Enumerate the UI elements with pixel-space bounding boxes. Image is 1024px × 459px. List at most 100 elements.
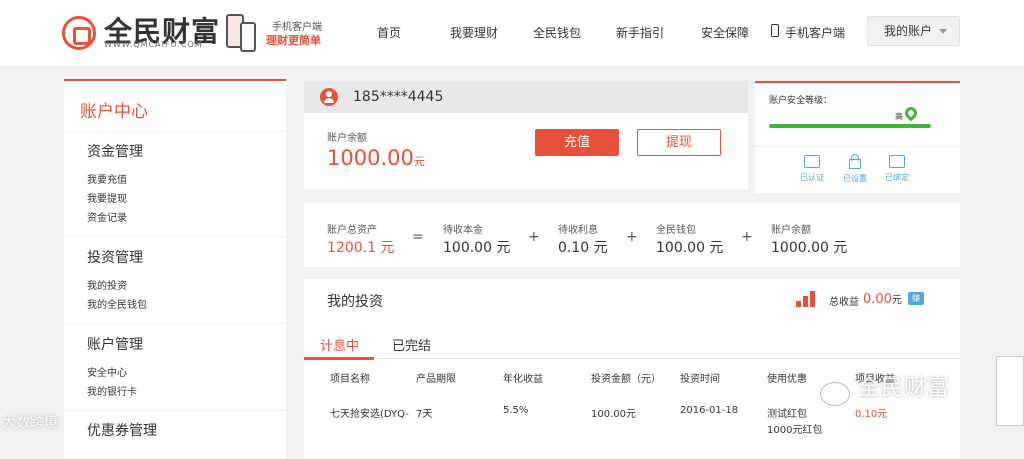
interest-label: 待收利息 <box>558 225 598 236</box>
tab-accruing[interactable]: 计息中 <box>320 335 359 354</box>
lock-icon <box>849 154 861 169</box>
account-header: 185****4445 <box>304 81 748 113</box>
balance-label: 账户余额 <box>327 133 367 144</box>
col-coupon: 使用优惠 <box>767 374 807 385</box>
sidebar-section-coupons[interactable]: 优惠券管理 <box>87 420 157 440</box>
investments-title: 我的投资 <box>327 294 383 310</box>
wallet-value: 100.00 元 <box>656 240 724 256</box>
principal-value: 100.00 元 <box>443 240 511 256</box>
verified-status[interactable]: 已认证 <box>795 155 829 183</box>
col-amount: 投资金额（元） <box>591 374 661 385</box>
bankcard-label: 已绑定 <box>885 173 909 182</box>
verified-label: 已认证 <box>800 173 824 182</box>
app-promo-line1[interactable]: 手机客户端 <box>272 18 322 33</box>
wallet-label: 全民钱包 <box>656 225 696 236</box>
account-phone: 185****4445 <box>353 89 444 105</box>
row-coupon: 测试红包 <box>767 409 807 420</box>
nav-security[interactable]: 安全保障 <box>701 24 749 41</box>
interest-value: 0.10 元 <box>558 240 608 256</box>
col-name: 项目名称 <box>330 374 370 385</box>
security-level-value: 高 <box>895 112 903 121</box>
total-assets-value: 1200.1 元 <box>327 240 395 256</box>
phone-icon <box>771 24 779 37</box>
corner-watermark: 大数跨境 <box>2 415 58 431</box>
security-level-label: 账户安全等级： <box>769 96 833 106</box>
plus-sign: + <box>528 229 540 245</box>
divider <box>64 323 286 324</box>
brand-logo-icon[interactable] <box>62 16 96 50</box>
tabs-underline <box>304 358 960 359</box>
mobile-app-icon[interactable] <box>224 14 260 52</box>
divider <box>64 236 286 237</box>
balance-summary-label: 账户余额 <box>771 225 811 236</box>
wechat-icon <box>820 382 850 406</box>
chevron-down-icon <box>939 29 947 34</box>
password-status[interactable]: 已设置 <box>838 154 872 184</box>
sidebar-item-withdraw[interactable]: 我要提现 <box>87 190 127 205</box>
password-label: 已设置 <box>843 174 867 183</box>
row-term: 7天 <box>416 409 433 420</box>
watermark: 全民财富 <box>858 376 951 401</box>
my-account-label: 我的账户 <box>884 24 933 38</box>
nav-mobile[interactable]: 手机客户端 <box>785 24 845 41</box>
my-account-dropdown[interactable]: 我的账户 <box>867 16 960 46</box>
account-balance-card: 185****4445 账户余额 1000.00元 充值 提现 <box>304 81 748 189</box>
sidebar-item-bank-cards[interactable]: 我的银行卡 <box>87 383 137 398</box>
earn-badge[interactable]: 赚 <box>908 292 924 305</box>
col-term: 产品期限 <box>416 374 456 385</box>
recharge-button[interactable]: 充值 <box>535 129 619 156</box>
asset-summary: 账户总资产 1200.1 元 = 待收本金 100.00 元 + 待收利息 0.… <box>304 203 960 267</box>
balance-summary-value: 1000.00 元 <box>771 240 848 256</box>
app-promo-line2[interactable]: 理财更简单 <box>266 32 321 48</box>
nav-guide[interactable]: 新手指引 <box>616 24 664 41</box>
nav-wallet[interactable]: 全民钱包 <box>533 24 581 41</box>
equals-sign: = <box>412 229 424 245</box>
security-level-card: 账户安全等级： 高 已认证 已设置 已绑定 <box>755 81 960 193</box>
withdraw-button[interactable]: 提现 <box>637 129 721 156</box>
nav-invest[interactable]: 我要理财 <box>450 24 498 41</box>
total-income-amount: 0.00 <box>863 292 892 307</box>
balance-amount: 1000.00 <box>327 146 414 170</box>
row-amount: 100.00元 <box>591 409 636 420</box>
row-date: 2016-01-18 <box>680 405 739 416</box>
divider <box>755 146 960 147</box>
security-level-bar <box>769 124 931 128</box>
sidebar-title: 账户中心 <box>80 102 148 122</box>
row-name[interactable]: 七天抢安选(DYQ- <box>330 405 409 420</box>
row-income: 0.10元 <box>855 409 888 420</box>
plus-sign: + <box>626 229 638 245</box>
row-coupon-amount: 1000元红包 <box>767 425 823 436</box>
total-income-value: 0.00元 <box>863 291 902 307</box>
total-assets-label: 账户总资产 <box>327 225 377 236</box>
user-icon <box>320 88 338 106</box>
principal-label: 待收本金 <box>443 225 483 236</box>
row-rate: 5.5% <box>503 405 529 416</box>
col-date: 投资时间 <box>680 374 720 385</box>
my-investments-panel: 我的投资 总收益 0.00元 赚 计息中 已完结 项目名称 产品期限 年化收益 … <box>304 279 960 459</box>
id-card-icon <box>804 155 820 168</box>
bankcard-status[interactable]: 已绑定 <box>880 155 914 183</box>
bar-chart-icon <box>796 291 818 307</box>
nav-home[interactable]: 首页 <box>377 24 401 41</box>
active-tab-indicator <box>304 357 374 360</box>
divider <box>64 410 286 411</box>
total-income-unit: 元 <box>891 295 902 306</box>
floating-side-widget[interactable] <box>996 356 1024 426</box>
bank-card-icon <box>889 155 905 168</box>
col-rate: 年化收益 <box>503 374 543 385</box>
sidebar-section-funds: 资金管理 <box>87 144 143 160</box>
account-sidebar: 账户中心 资金管理 我要充值 我要提现 资金记录 投资管理 我的投资 我的全民钱… <box>64 79 286 459</box>
sidebar-item-recharge[interactable]: 我要充值 <box>87 171 127 186</box>
sidebar-item-fund-records[interactable]: 资金记录 <box>87 209 127 224</box>
location-pin-icon <box>902 104 920 122</box>
sidebar-item-my-wallet[interactable]: 我的全民钱包 <box>87 296 147 311</box>
tab-completed[interactable]: 已完结 <box>392 335 431 354</box>
sidebar-item-my-investments[interactable]: 我的投资 <box>87 277 127 292</box>
sidebar-item-security-center[interactable]: 安全中心 <box>87 364 127 379</box>
divider <box>64 131 286 132</box>
balance-value: 1000.00元 <box>327 146 425 170</box>
sidebar-section-account: 账户管理 <box>87 337 143 353</box>
total-income-label: 总收益 <box>829 297 859 308</box>
brand-domain: WWW.QMCAIFU.COM <box>104 40 203 49</box>
plus-sign: + <box>741 229 753 245</box>
